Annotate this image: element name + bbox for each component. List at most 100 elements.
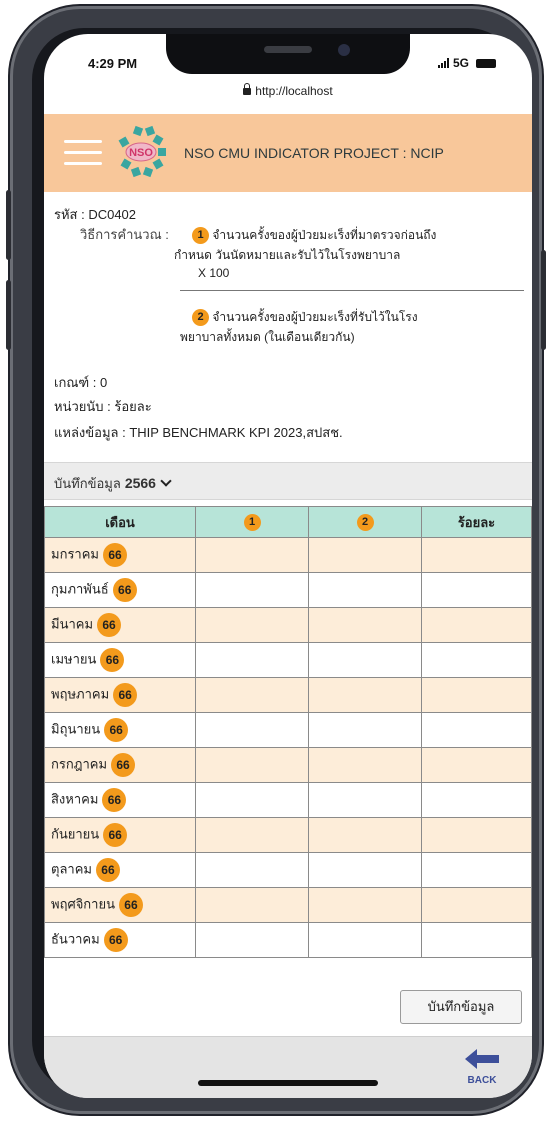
- header-denominator-badge: 2: [356, 513, 374, 531]
- month-name: ธันวาคม: [51, 931, 100, 947]
- header-numerator-badge: 1: [243, 513, 261, 531]
- month-cell: พฤษภาคม 66: [44, 677, 196, 713]
- numerator-line2: กำหนด วันนัดหมายและรับไว้ในโรงพยาบาล: [174, 248, 401, 262]
- month-cell: พฤศจิกายน 66: [44, 887, 196, 923]
- status-time: 4:29 PM: [88, 56, 138, 71]
- denominator-cell[interactable]: [308, 537, 422, 573]
- denominator-cell[interactable]: [308, 852, 422, 888]
- month-name: กันยายน: [51, 826, 100, 842]
- page-title: NSO CMU INDICATOR PROJECT : NCIP: [184, 145, 444, 161]
- denominator-cell[interactable]: [308, 642, 422, 678]
- source-text: แหล่งข้อมูล : THIP BENCHMARK KPI 2023,สป…: [54, 425, 343, 440]
- denominator-cell[interactable]: [308, 887, 422, 923]
- month-name: กรกฎาคม: [51, 756, 108, 772]
- percent-cell: [421, 537, 532, 573]
- year-selector[interactable]: บันทึกข้อมูล 2566: [54, 473, 172, 494]
- numerator-cell[interactable]: [195, 607, 309, 643]
- denominator-cell[interactable]: [308, 607, 422, 643]
- month-name: พฤศจิกายน: [51, 896, 115, 912]
- month-name: มีนาคม: [51, 616, 94, 632]
- numerator-cell[interactable]: [195, 747, 309, 783]
- month-cell: สิงหาคม 66: [44, 782, 196, 818]
- month-name: เมษายน: [51, 651, 97, 667]
- numerator-cell[interactable]: [195, 817, 309, 853]
- network-label: 5G: [452, 56, 469, 70]
- year-selector-label: บันทึกข้อมูล: [54, 476, 121, 491]
- percent-cell: [421, 887, 532, 923]
- table-row: เมษายน 66: [44, 642, 532, 678]
- month-cell: กรกฎาคม 66: [44, 747, 196, 783]
- table-row: พฤษภาคม 66: [44, 677, 532, 713]
- logo-text: NSO: [129, 147, 153, 159]
- table-row: มีนาคม 66: [44, 607, 532, 643]
- menu-icon[interactable]: [64, 140, 102, 166]
- denominator-cell[interactable]: [308, 782, 422, 818]
- denominator-cell[interactable]: [308, 817, 422, 853]
- status-indicators: 5G: [437, 56, 496, 70]
- url-bar[interactable]: http://localhost: [44, 83, 532, 112]
- month-name: มิถุนายน: [51, 721, 101, 737]
- lock-icon: [243, 83, 252, 95]
- month-cell: ธันวาคม 66: [44, 922, 196, 958]
- denominator-cell[interactable]: [308, 712, 422, 748]
- percent-cell: [421, 747, 532, 783]
- percent-cell: [421, 782, 532, 818]
- denominator-cell[interactable]: [308, 677, 422, 713]
- numerator-cell[interactable]: [195, 642, 309, 678]
- year-badge: 66: [104, 718, 129, 742]
- denominator-line2: พยาบาลทั้งหมด (ในเดือนเดียวกัน): [180, 330, 355, 344]
- numerator-cell[interactable]: [195, 887, 309, 923]
- numerator-cell[interactable]: [195, 782, 309, 818]
- numerator-cell[interactable]: [195, 852, 309, 888]
- month-name: กุมภาพันธ์: [51, 581, 109, 597]
- percent-cell: [421, 572, 532, 608]
- table-row: ธันวาคม 66: [44, 922, 532, 958]
- month-cell: มิถุนายน 66: [44, 712, 196, 748]
- phone-side-button: [541, 250, 546, 350]
- criteria-text: เกณฑ์ : 0: [54, 375, 108, 390]
- month-name: สิงหาคม: [51, 791, 99, 807]
- month-name: ตุลาคม: [51, 861, 92, 877]
- header-percent: ร้อยละ: [421, 506, 532, 538]
- numerator-text: จำนวนครั้งของผู้ป่วยมะเร็งที่มาตรวจก่อนถ…: [212, 228, 437, 242]
- indicator-code: รหัส : DC0402: [54, 207, 137, 222]
- save-button[interactable]: บันทึกข้อมูล: [400, 990, 522, 1024]
- phone-side-button: [6, 280, 11, 350]
- month-cell: เมษายน 66: [44, 642, 196, 678]
- phone-notch: [166, 34, 410, 74]
- header-month: เดือน: [44, 506, 196, 538]
- table-row: กันยายน 66: [44, 817, 532, 853]
- year-selector-value: 2566: [124, 475, 156, 491]
- url-text: http://localhost: [255, 84, 333, 98]
- numerator-cell[interactable]: [195, 712, 309, 748]
- numerator-cell[interactable]: [195, 572, 309, 608]
- year-selector-bar: บันทึกข้อมูล 2566: [44, 462, 532, 500]
- table-header-row: เดือน 1 2 ร้อยละ: [44, 506, 532, 538]
- unit-text: หน่วยนับ : ร้อยละ: [54, 399, 152, 414]
- app-header: NSO NSO CMU INDICATOR PROJECT : NCIP: [44, 114, 532, 192]
- numerator-cell[interactable]: [195, 677, 309, 713]
- percent-cell: [421, 677, 532, 713]
- back-button[interactable]: BACK: [462, 1049, 502, 1086]
- numerator-cell[interactable]: [195, 922, 309, 958]
- battery-icon: [476, 58, 496, 68]
- year-badge: 66: [102, 788, 127, 812]
- denominator-cell[interactable]: [308, 922, 422, 958]
- header-numerator: 1: [195, 506, 309, 538]
- bottom-bar: BACK: [44, 1036, 532, 1098]
- denominator-cell[interactable]: [308, 747, 422, 783]
- table-row: พฤศจิกายน 66: [44, 887, 532, 923]
- year-badge: 66: [111, 753, 136, 777]
- denominator-cell[interactable]: [308, 572, 422, 608]
- month-cell: มกราคม 66: [44, 537, 196, 573]
- denominator-text: จำนวนครั้งของผู้ป่วยมะเร็งที่รับไว้ในโรง: [212, 310, 418, 324]
- speaker-grille: [264, 46, 312, 53]
- front-camera: [338, 44, 350, 56]
- home-indicator: [198, 1080, 378, 1086]
- table-row: สิงหาคม 66: [44, 782, 532, 818]
- numerator-badge: 1: [192, 227, 209, 245]
- year-badge: 66: [95, 858, 120, 882]
- month-name: พฤษภาคม: [51, 686, 110, 702]
- percent-cell: [421, 712, 532, 748]
- numerator-cell[interactable]: [195, 537, 309, 573]
